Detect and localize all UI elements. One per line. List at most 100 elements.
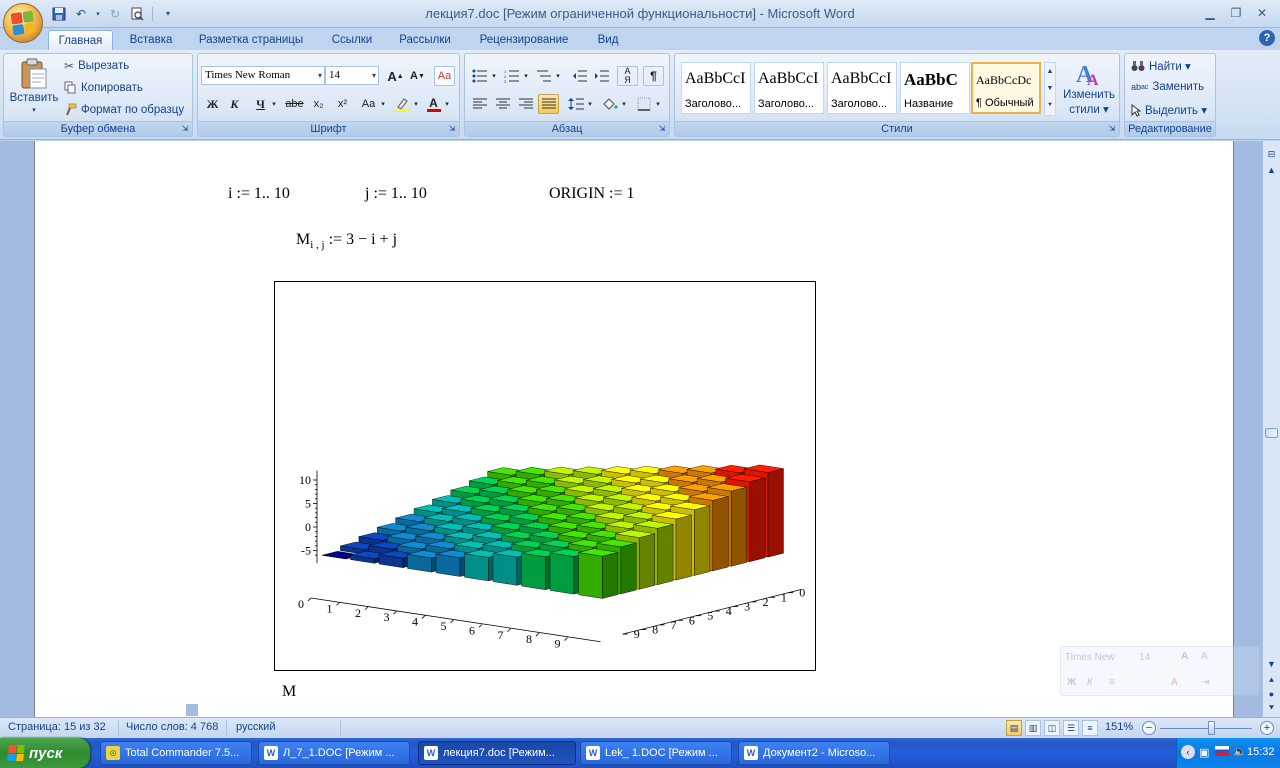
borders-button[interactable]: [633, 94, 654, 114]
office-button[interactable]: [3, 3, 43, 43]
ruler-toggle-icon[interactable]: ⊟: [1264, 147, 1279, 162]
styles-launcher-icon[interactable]: ⇲: [1107, 124, 1117, 134]
superscript-button[interactable]: x²: [332, 94, 353, 114]
line-spacing-dropdown-icon[interactable]: ▾: [585, 94, 595, 114]
full-screen-reading-view-icon[interactable]: ▥: [1025, 720, 1041, 736]
show-formatting-button[interactable]: ¶: [643, 66, 664, 86]
mini-toolbar[interactable]: Times New 14 A A Ж К ≡ A ⇥: [1060, 646, 1260, 696]
vertical-scrollbar[interactable]: ⊟ ▲ ▼ ⯅ ● ⯆: [1262, 141, 1280, 717]
grow-font-button[interactable]: A ▲: [385, 66, 406, 86]
mini-indent-icon[interactable]: ⇥: [1201, 677, 1209, 688]
sort-button[interactable]: AЯ: [617, 66, 638, 86]
tray-expand-icon[interactable]: ‹: [1181, 745, 1195, 759]
italic-button[interactable]: К: [224, 94, 245, 114]
bullets-dropdown-icon[interactable]: ▾: [489, 66, 499, 86]
next-page-icon[interactable]: ⯆: [1264, 701, 1279, 716]
borders-dropdown-icon[interactable]: ▾: [653, 94, 663, 114]
tab-home[interactable]: Главная: [48, 30, 113, 50]
paragraph-launcher-icon[interactable]: ⇲: [657, 124, 667, 134]
mini-align-center-icon[interactable]: ≡: [1109, 677, 1115, 688]
zoom-slider-track[interactable]: [1160, 728, 1252, 729]
mini-grow-font-icon[interactable]: A: [1181, 651, 1188, 662]
taskbar-item[interactable]: W Lek_ 1.DOC [Режим ...: [580, 741, 732, 765]
taskbar-item-active[interactable]: W лекция7.doc [Режим...: [418, 741, 576, 765]
draft-view-icon[interactable]: ≡: [1082, 720, 1098, 736]
help-icon[interactable]: ?: [1259, 30, 1275, 46]
style-heading-3[interactable]: AaBbCcI Заголово...: [827, 62, 897, 114]
language-flag-icon[interactable]: [1215, 746, 1229, 756]
taskbar-item[interactable]: ⊙ Total Commander 7.5...: [100, 741, 252, 765]
style-title[interactable]: AaBbC Название: [900, 62, 970, 114]
numbering-button[interactable]: 123: [501, 66, 522, 86]
word-count[interactable]: Число слов: 4 768: [126, 721, 218, 733]
page-count[interactable]: Страница: 15 из 32: [8, 721, 106, 733]
zoom-in-button[interactable]: +: [1260, 721, 1274, 735]
numbering-dropdown-icon[interactable]: ▾: [521, 66, 531, 86]
mini-bold-button[interactable]: Ж: [1067, 677, 1076, 688]
highlight-dropdown-icon[interactable]: ▾: [411, 94, 421, 114]
change-case-button[interactable]: Aa: [358, 94, 379, 114]
taskbar-item[interactable]: W Документ2 - Microso...: [738, 741, 890, 765]
tab-insert[interactable]: Вставка: [120, 30, 182, 50]
tab-references[interactable]: Ссылки: [322, 30, 382, 50]
scroll-thumb[interactable]: [1265, 428, 1278, 438]
font-family-select[interactable]: Times New Roman ▾: [201, 66, 325, 85]
mini-shrink-font-icon[interactable]: A: [1201, 651, 1208, 662]
clear-formatting-button[interactable]: Aa: [434, 66, 455, 86]
strikethrough-button[interactable]: abe: [284, 94, 305, 114]
tab-review[interactable]: Рецензирование: [468, 30, 580, 50]
shading-dropdown-icon[interactable]: ▾: [619, 94, 629, 114]
zoom-level[interactable]: 151%: [1105, 721, 1133, 733]
highlight-button[interactable]: [392, 94, 413, 114]
taskbar-item[interactable]: W Л_7_1.DOC [Режим ...: [258, 741, 410, 765]
replace-button[interactable]: ab ac Заменить: [1131, 81, 1204, 93]
underline-button[interactable]: Ч: [250, 94, 271, 114]
mini-font-color-icon[interactable]: A: [1171, 677, 1178, 688]
find-button[interactable]: Найти ▾: [1131, 59, 1191, 73]
change-case-dropdown-icon[interactable]: ▾: [378, 94, 388, 114]
font-color-dropdown-icon[interactable]: ▾: [442, 94, 452, 114]
outline-view-icon[interactable]: ☰: [1063, 720, 1079, 736]
tab-mailings[interactable]: Рассылки: [390, 30, 460, 50]
tab-view[interactable]: Вид: [588, 30, 628, 50]
print-layout-view-icon[interactable]: ▤: [1006, 720, 1022, 736]
decrease-indent-button[interactable]: [569, 66, 590, 86]
multilevel-list-button[interactable]: [533, 66, 554, 86]
scroll-down-icon[interactable]: ▼: [1264, 657, 1279, 672]
cut-button[interactable]: ✂ Вырезать: [64, 59, 129, 73]
format-painter-button[interactable]: Формат по образцу: [64, 103, 184, 116]
multilevel-dropdown-icon[interactable]: ▾: [553, 66, 563, 86]
style-heading-2[interactable]: AaBbCcI Заголово...: [754, 62, 824, 114]
line-spacing-button[interactable]: [565, 94, 586, 114]
font-launcher-icon[interactable]: ⇲: [447, 124, 457, 134]
mini-font-size[interactable]: 14: [1139, 652, 1150, 663]
style-normal[interactable]: AaBbCcDc ¶ Обычный: [971, 62, 1041, 114]
copy-button[interactable]: Копировать: [64, 81, 143, 94]
clipboard-launcher-icon[interactable]: ⇲: [180, 124, 190, 134]
style-heading-1[interactable]: AaBbCcI Заголово...: [681, 62, 751, 114]
styles-gallery-scroll[interactable]: ▲ ▼ ⯆: [1044, 62, 1056, 116]
justify-button[interactable]: [538, 94, 559, 114]
zoom-out-button[interactable]: −: [1142, 721, 1156, 735]
font-color-button[interactable]: A: [423, 94, 444, 114]
bullets-button[interactable]: [469, 66, 490, 86]
document-page[interactable]: i := 1.. 10 j := 1.. 10 ORIGIN := 1 Mi ,…: [34, 141, 1234, 717]
mini-italic-button[interactable]: К: [1087, 677, 1093, 688]
change-styles-button[interactable]: A A Изменить стили ▾: [1061, 58, 1117, 116]
align-center-button[interactable]: [492, 94, 513, 114]
tab-page-layout[interactable]: Разметка страницы: [190, 30, 312, 50]
increase-indent-button[interactable]: [591, 66, 612, 86]
restore-button[interactable]: ❐: [1224, 4, 1248, 22]
select-button[interactable]: Выделить ▾: [1131, 103, 1207, 117]
close-button[interactable]: ✕: [1250, 4, 1274, 22]
mini-font-family[interactable]: Times New: [1065, 652, 1115, 663]
network-icon[interactable]: ▣: [1199, 746, 1209, 759]
start-button[interactable]: пуск: [0, 738, 90, 768]
underline-dropdown-icon[interactable]: ▾: [269, 94, 279, 114]
font-size-select[interactable]: 14 ▾: [325, 66, 379, 85]
shading-button[interactable]: [599, 94, 620, 114]
subscript-button[interactable]: x₂: [308, 94, 329, 114]
bold-button[interactable]: Ж: [202, 94, 223, 114]
zoom-slider-thumb[interactable]: [1208, 721, 1215, 735]
web-layout-view-icon[interactable]: ◫: [1044, 720, 1060, 736]
